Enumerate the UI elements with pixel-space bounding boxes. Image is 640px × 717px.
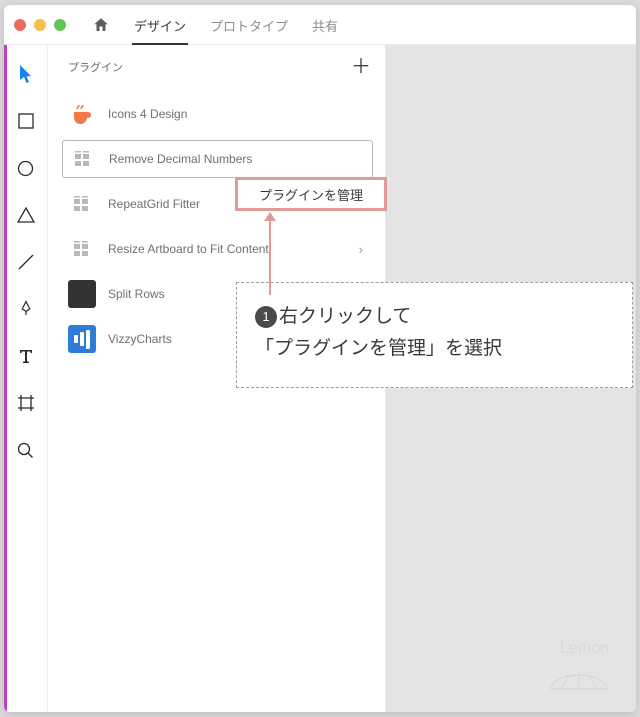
plugin-label: Icons 4 Design [108,107,187,121]
callout-line2: 「プラグインを管理」を選択 [255,338,502,359]
rectangle-tool-icon[interactable] [15,110,37,132]
tab-share[interactable]: 共有 [310,6,340,44]
plugin-item-resize-artboard[interactable]: Resize Artboard to Fit Content › [62,230,373,268]
close-icon[interactable] [14,19,26,31]
ellipse-tool-icon[interactable] [15,157,37,179]
plugin-label: Resize Artboard to Fit Content [108,242,269,256]
grid-icon [68,190,96,218]
panel-title: プラグイン [68,59,123,75]
home-icon[interactable] [90,14,112,36]
callout-line1: 右クリックして [279,306,411,327]
select-tool-icon[interactable] [15,63,37,85]
bar-chart-icon [68,325,96,353]
zoom-tool-icon[interactable] [15,439,37,461]
pen-tool-icon[interactable] [15,298,37,320]
minimize-icon[interactable] [34,19,46,31]
toolbar [4,45,48,712]
artboard-tool-icon[interactable] [15,392,37,414]
add-plugin-icon[interactable]: ＋ [351,57,371,77]
maximize-icon[interactable] [54,19,66,31]
plugin-label: Remove Decimal Numbers [109,152,252,166]
plugin-label: VizzyCharts [108,332,172,346]
triangle-tool-icon[interactable] [15,204,37,226]
tab-prototype[interactable]: プロトタイプ [208,6,290,44]
context-menu-manage-plugins[interactable]: プラグインを管理 [235,177,387,211]
annotation-callout: 1右クリックして 「プラグインを管理」を選択 [236,282,633,388]
panel-header: プラグイン ＋ [48,45,385,89]
line-tool-icon[interactable] [15,251,37,273]
app-window: デザイン プロトタイプ 共有 プラグイン ＋ [4,5,636,712]
rows-icon [68,280,96,308]
plugin-item-icons4design[interactable]: Icons 4 Design [62,95,373,133]
plugin-label: RepeatGrid Fitter [108,197,200,211]
plugin-item-remove-decimal[interactable]: Remove Decimal Numbers [62,140,373,178]
chevron-right-icon: › [359,242,363,257]
accent-bar [4,45,7,712]
titlebar: デザイン プロトタイプ 共有 [4,5,636,45]
svg-text:Lemon: Lemon [560,640,609,657]
annotation-arrow [269,213,271,295]
coffee-cup-icon [68,100,96,128]
watermark-lemon-icon: Lemon [536,637,614,698]
window-controls [14,19,66,31]
text-tool-icon[interactable] [15,345,37,367]
tab-design[interactable]: デザイン [132,6,188,44]
grid-icon [68,235,96,263]
step-number: 1 [255,306,277,328]
grid-icon [69,145,97,173]
tabs: デザイン プロトタイプ 共有 [132,6,340,44]
plugin-label: Split Rows [108,287,165,301]
